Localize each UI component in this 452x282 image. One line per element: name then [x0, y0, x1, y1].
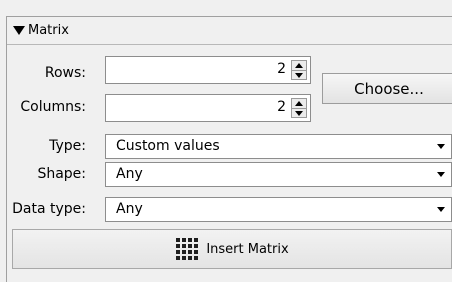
shape-label: Shape: — [37, 166, 86, 182]
shape-dropdown[interactable]: Any — [105, 162, 452, 187]
matrix-grid-icon — [175, 237, 199, 261]
arrow-up-icon — [295, 101, 303, 106]
insert-matrix-label: Insert Matrix — [206, 241, 289, 257]
collapse-triangle-icon[interactable] — [13, 26, 25, 35]
columns-increment-button[interactable] — [292, 99, 306, 109]
chevron-down-icon — [437, 207, 445, 212]
data-type-label: Data type: — [12, 201, 86, 217]
rows-spin-buttons[interactable] — [291, 60, 307, 80]
rows-label: Rows: — [44, 65, 86, 81]
arrow-down-icon — [295, 73, 303, 78]
rows-spinbox[interactable]: 2 — [105, 56, 311, 84]
rows-decrement-button[interactable] — [292, 71, 306, 80]
columns-label: Columns: — [20, 99, 86, 115]
chevron-down-icon — [437, 172, 445, 177]
rows-increment-button[interactable] — [292, 61, 306, 71]
arrow-down-icon — [295, 111, 303, 116]
data-type-dropdown[interactable]: Any — [105, 197, 452, 222]
matrix-section-header[interactable]: Matrix — [7, 17, 452, 45]
shape-selected-value: Any — [116, 166, 143, 182]
data-type-selected-value: Any — [116, 201, 143, 217]
section-title: Matrix — [28, 23, 69, 38]
type-label: Type: — [49, 138, 86, 154]
choose-button[interactable]: Choose... — [322, 73, 452, 104]
columns-decrement-button[interactable] — [292, 109, 306, 118]
arrow-up-icon — [295, 63, 303, 68]
type-dropdown[interactable]: Custom values — [105, 134, 452, 159]
chevron-down-icon — [437, 144, 445, 149]
type-selected-value: Custom values — [116, 138, 220, 154]
columns-spinbox[interactable]: 2 — [105, 94, 311, 122]
insert-matrix-button[interactable]: Insert Matrix — [12, 229, 452, 269]
columns-spin-buttons[interactable] — [291, 98, 307, 118]
columns-value[interactable]: 2 — [277, 99, 286, 115]
rows-value[interactable]: 2 — [277, 61, 286, 77]
